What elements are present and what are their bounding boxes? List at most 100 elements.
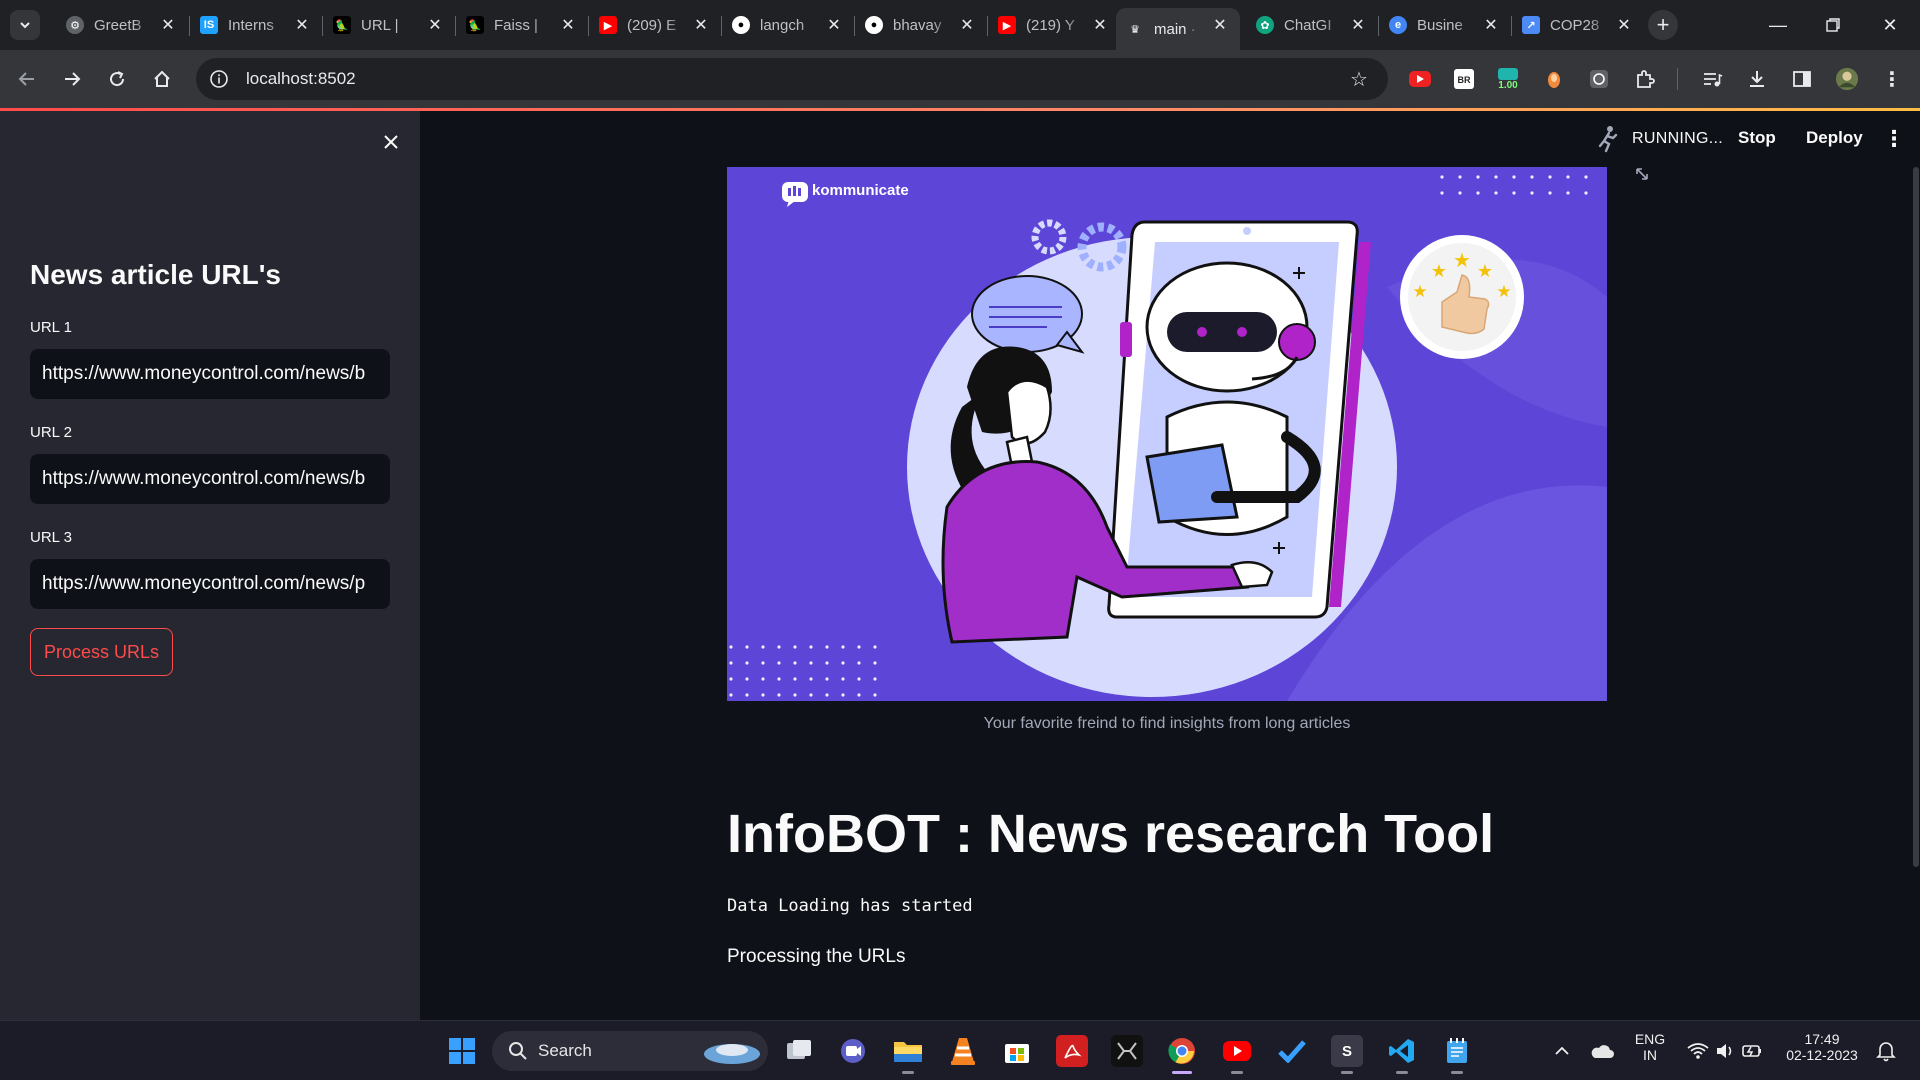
vlc-icon[interactable] bbox=[947, 1035, 979, 1067]
url-3-label: URL 3 bbox=[30, 529, 72, 546]
close-tab-icon[interactable]: ✕ bbox=[1090, 15, 1110, 35]
notification-bell-icon[interactable] bbox=[1870, 1035, 1902, 1067]
home-icon[interactable] bbox=[147, 64, 177, 94]
browser-tab-11[interactable]: e Busine ✕ bbox=[1379, 8, 1511, 42]
youtube-app-icon[interactable] bbox=[1221, 1035, 1253, 1067]
teams-chat-icon[interactable] bbox=[837, 1035, 869, 1067]
close-tab-icon[interactable]: ✕ bbox=[425, 15, 445, 35]
forward-icon[interactable] bbox=[57, 64, 87, 94]
close-tab-icon[interactable]: ✕ bbox=[158, 15, 178, 35]
url-1-input[interactable]: https://www.moneycontrol.com/news/b bbox=[30, 349, 390, 399]
close-tab-icon[interactable]: ✕ bbox=[691, 15, 711, 35]
notepad-icon[interactable] bbox=[1441, 1035, 1473, 1067]
running-indicator bbox=[1341, 1071, 1353, 1074]
wifi-icon bbox=[1687, 1043, 1709, 1059]
new-tab-button[interactable]: + bbox=[1648, 10, 1678, 40]
main-scrollbar[interactable] bbox=[1913, 167, 1919, 867]
deploy-button[interactable]: Deploy bbox=[1806, 128, 1863, 148]
orange-extension-icon[interactable] bbox=[1542, 67, 1566, 91]
youtube-extension-icon[interactable] bbox=[1408, 67, 1432, 91]
running-indicator bbox=[1231, 1071, 1243, 1074]
browser-menu-icon[interactable]: ⋮ bbox=[1880, 67, 1904, 91]
browser-tab-6[interactable]: ● langch ✕ bbox=[722, 8, 854, 42]
search-highlight-icon bbox=[704, 1044, 760, 1064]
todo-icon[interactable] bbox=[1276, 1035, 1308, 1067]
region-code: IN bbox=[1643, 1047, 1657, 1063]
clock-date: 02-12-2023 bbox=[1786, 1047, 1858, 1063]
url-2-input[interactable]: https://www.moneycontrol.com/news/b bbox=[30, 454, 390, 504]
close-window-icon[interactable]: ✕ bbox=[1877, 12, 1903, 38]
process-urls-button[interactable]: Process URLs bbox=[30, 628, 173, 676]
language-indicator[interactable]: ENG IN bbox=[1624, 1031, 1676, 1063]
back-icon[interactable] bbox=[12, 64, 42, 94]
browser-tab-8[interactable]: ▶ (219) Y ✕ bbox=[988, 8, 1120, 42]
browser-tab-active[interactable]: ♛ main · ✕ bbox=[1116, 8, 1240, 50]
browser-tab-5[interactable]: ▶ (209) E ✕ bbox=[589, 8, 721, 42]
tab-title: ChatGI bbox=[1284, 16, 1332, 34]
windows-start-icon[interactable] bbox=[446, 1035, 478, 1067]
colorful-gear-icon: ⚙ bbox=[66, 16, 84, 34]
fullscreen-image-icon[interactable] bbox=[1618, 156, 1666, 192]
restore-icon[interactable] bbox=[1820, 12, 1846, 38]
processing-status: Processing the URLs bbox=[727, 946, 906, 967]
browser-tab-10[interactable]: ✿ ChatGI ✕ bbox=[1246, 8, 1378, 42]
bookmark-star-icon[interactable]: ☆ bbox=[1348, 68, 1370, 91]
tab-title: URL | bbox=[361, 16, 399, 34]
clock[interactable]: 17:49 02-12-2023 bbox=[1782, 1031, 1862, 1063]
chrome-icon[interactable] bbox=[1166, 1035, 1198, 1067]
chatgpt-extension-icon[interactable] bbox=[1587, 67, 1611, 91]
file-explorer-icon[interactable] bbox=[892, 1035, 924, 1067]
onedrive-cloud-icon[interactable] bbox=[1586, 1035, 1618, 1067]
minimize-icon[interactable]: — bbox=[1765, 12, 1791, 38]
browser-tab-3[interactable]: 🦜 URL | ✕ bbox=[323, 8, 455, 42]
chatbot-illustration: ★ ★ ★ ★ ★ bbox=[729, 175, 1607, 701]
browser-tab-1[interactable]: ⚙ GreetB ✕ bbox=[56, 8, 188, 42]
quick-settings[interactable] bbox=[1680, 1035, 1770, 1067]
extensions-puzzle-icon[interactable] bbox=[1633, 67, 1657, 91]
sublime-app-icon[interactable]: S bbox=[1331, 1035, 1363, 1067]
browser-toolbar: localhost:8502 ☆ BR 1.00 ⋮ bbox=[0, 50, 1920, 108]
url-3-input[interactable]: https://www.moneycontrol.com/news/p bbox=[30, 559, 390, 609]
close-tab-icon[interactable]: ✕ bbox=[1210, 15, 1230, 35]
vscode-icon[interactable] bbox=[1386, 1035, 1418, 1067]
main-menu-icon[interactable]: ⋮ bbox=[1883, 126, 1905, 151]
hero-brand-text: kommunicate bbox=[812, 182, 909, 199]
download-icon[interactable] bbox=[1745, 67, 1769, 91]
tab-title: Busine bbox=[1417, 16, 1463, 34]
stop-button[interactable]: Stop bbox=[1738, 128, 1776, 148]
media-control-icon[interactable] bbox=[1700, 67, 1724, 91]
browser-tab-2[interactable]: IS Interns ✕ bbox=[190, 8, 322, 42]
close-tab-icon[interactable]: ✕ bbox=[1481, 15, 1501, 35]
side-panel-icon[interactable] bbox=[1790, 67, 1814, 91]
close-tab-icon[interactable]: ✕ bbox=[1348, 15, 1368, 35]
taskbar-search[interactable]: Search bbox=[492, 1031, 768, 1071]
browser-tab-7[interactable]: ● bhavay ✕ bbox=[855, 8, 987, 42]
close-tab-icon[interactable]: ✕ bbox=[957, 15, 977, 35]
langchain-icon: 🦜 bbox=[333, 16, 351, 34]
tab-search-icon[interactable] bbox=[10, 10, 40, 40]
tab-title: (209) E bbox=[627, 16, 677, 34]
predator-sense-icon[interactable] bbox=[1111, 1035, 1143, 1067]
reload-icon[interactable] bbox=[102, 64, 132, 94]
url-2-label: URL 2 bbox=[30, 424, 72, 441]
close-tab-icon[interactable]: ✕ bbox=[292, 15, 312, 35]
close-tab-icon[interactable]: ✕ bbox=[824, 15, 844, 35]
close-tab-icon[interactable]: ✕ bbox=[1614, 15, 1634, 35]
task-view-icon[interactable] bbox=[783, 1035, 815, 1067]
close-tab-icon[interactable]: ✕ bbox=[558, 15, 578, 35]
browser-tab-12[interactable]: ↗ COP28 ✕ bbox=[1512, 8, 1644, 42]
microsoft-store-icon[interactable] bbox=[1001, 1035, 1033, 1067]
acrobat-icon[interactable] bbox=[1056, 1035, 1088, 1067]
site-info-icon[interactable] bbox=[208, 68, 230, 90]
browser-tab-4[interactable]: 🦜 Faiss | ✕ bbox=[456, 8, 588, 42]
github-icon: ● bbox=[732, 16, 750, 34]
github-icon: ● bbox=[865, 16, 883, 34]
profile-avatar[interactable] bbox=[1835, 67, 1859, 91]
address-bar[interactable]: localhost:8502 ☆ bbox=[196, 58, 1388, 100]
tab-title: Interns bbox=[228, 16, 274, 34]
show-hidden-icons-chevron-icon[interactable] bbox=[1546, 1035, 1578, 1067]
browser-tab-strip: ⚙ GreetB ✕ IS Interns ✕ 🦜 URL | ✕ 🦜 Fais… bbox=[0, 0, 1920, 50]
br-extension-icon[interactable]: BR bbox=[1452, 67, 1476, 91]
speed-extension-icon[interactable]: 1.00 bbox=[1496, 67, 1520, 91]
close-sidebar-icon[interactable] bbox=[378, 129, 404, 155]
